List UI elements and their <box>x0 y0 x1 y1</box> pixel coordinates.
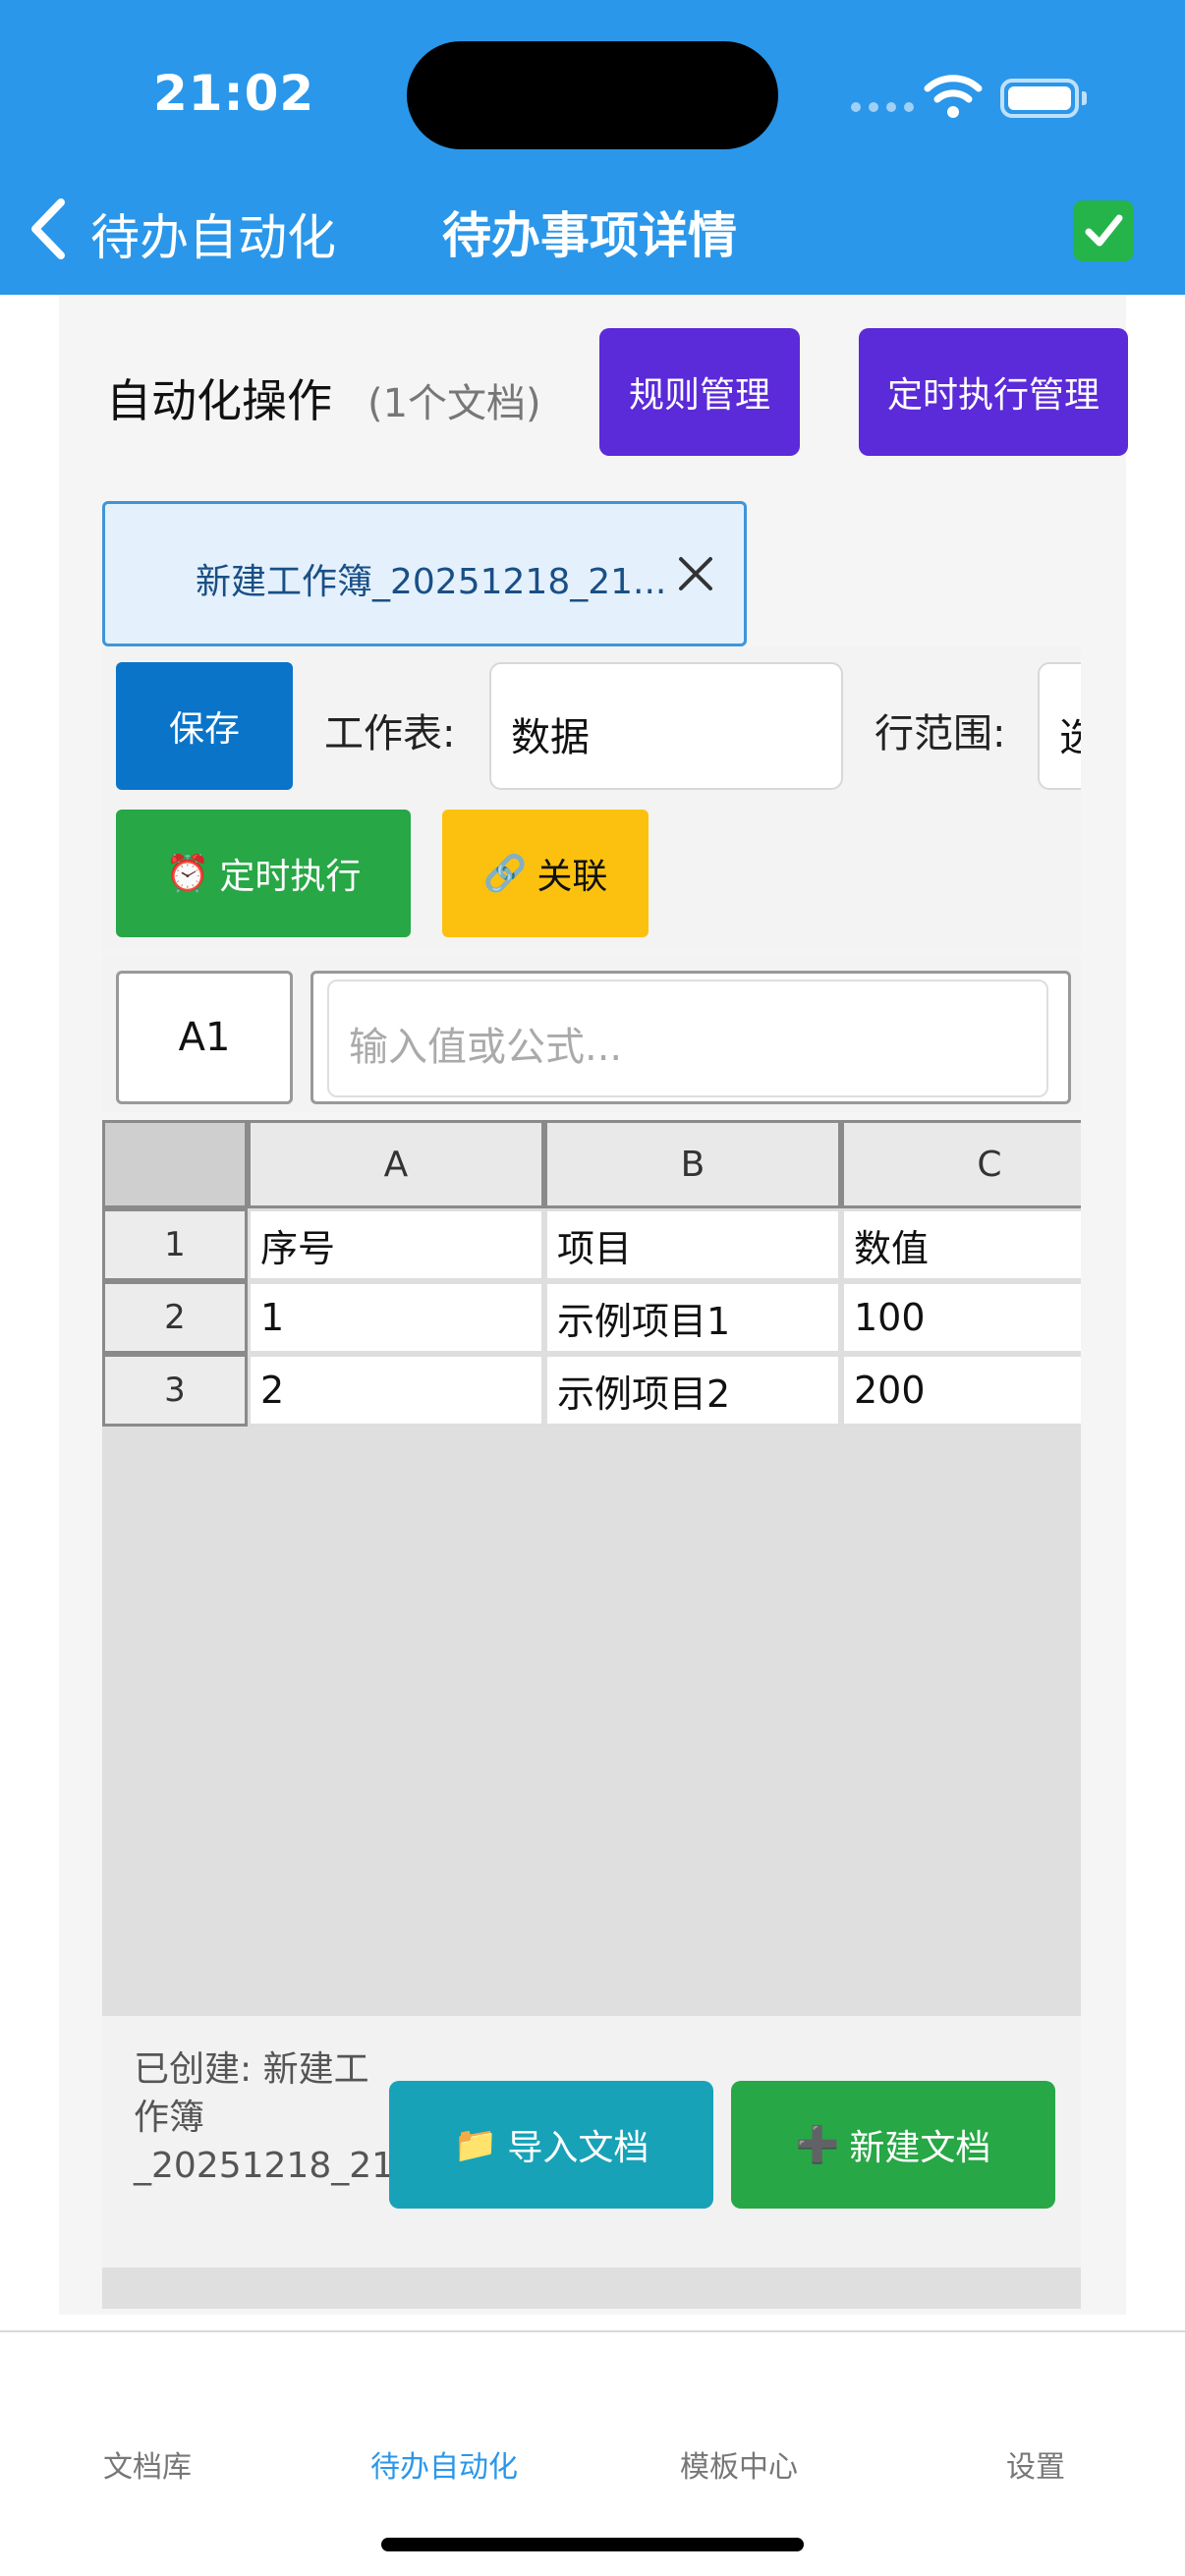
row-header-3[interactable]: 3 <box>102 1354 248 1427</box>
plus-icon: ➕ <box>795 2125 840 2165</box>
formula-input[interactable]: 输入值或公式... <box>327 980 1048 1097</box>
link-label: 关联 <box>536 857 608 897</box>
cell-reference[interactable]: A1 <box>116 971 293 1104</box>
table-cell[interactable]: 200 <box>841 1354 1081 1427</box>
wifi-icon <box>924 75 983 118</box>
battery-icon <box>1000 79 1087 118</box>
scheduled-run-button[interactable]: ⏰ 定时执行 <box>116 810 411 937</box>
formula-input-frame: 输入值或公式... <box>310 971 1071 1104</box>
table-cell[interactable]: 1 <box>248 1281 544 1354</box>
save-button[interactable]: 保存 <box>116 662 293 790</box>
folder-icon: 📁 <box>453 2125 498 2165</box>
table-cell[interactable]: 项目 <box>544 1208 841 1281</box>
home-indicator <box>381 2538 804 2551</box>
row-range-label: 行范围: <box>875 711 1006 756</box>
document-actions-bar: 已创建: 新建工作簿_20251218_210146.xlsx 📁 导入文档 ➕… <box>102 2016 1081 2268</box>
doc-count: (1个文档) <box>367 381 541 426</box>
cellular-signal-icon <box>851 102 914 112</box>
tab-todo-automation[interactable]: 待办自动化 <box>346 2442 542 2486</box>
new-document-label: 新建文档 <box>849 2128 991 2168</box>
panel-title: 自动化操作 <box>106 374 332 427</box>
back-button-label[interactable]: 待办自动化 <box>90 198 336 269</box>
status-time: 21:02 <box>153 65 315 122</box>
sheet-toolbar: 保存 工作表: 数据 行范围: 选 ⏰ 定时执行 🔗 关联 <box>102 646 1081 951</box>
row-range-select[interactable]: 选 <box>1038 662 1081 790</box>
tab-document-library[interactable]: 文档库 <box>49 2442 246 2486</box>
table-cell[interactable]: 示例项目1 <box>544 1281 841 1354</box>
import-document-label: 导入文档 <box>507 2128 649 2168</box>
header: 21:02 待办自动化 待办事项详情 <box>0 0 1185 295</box>
table-cell[interactable]: 2 <box>248 1354 544 1427</box>
close-icon[interactable] <box>671 549 720 598</box>
new-document-button[interactable]: ➕ 新建文档 <box>731 2081 1055 2209</box>
select-all-corner[interactable] <box>102 1120 248 1208</box>
back-chevron-icon[interactable] <box>22 195 81 263</box>
tab-settings[interactable]: 设置 <box>937 2442 1134 2486</box>
dynamic-island <box>407 41 778 149</box>
document-tab-name: 新建工作簿_20251218_21... <box>196 562 667 602</box>
sheet-select[interactable]: 数据 <box>489 662 843 790</box>
confirm-check-icon[interactable] <box>1073 200 1134 261</box>
table-cell[interactable]: 数值 <box>841 1208 1081 1281</box>
link-button[interactable]: 🔗 关联 <box>442 810 649 937</box>
table-cell[interactable]: 序号 <box>248 1208 544 1281</box>
alarm-clock-icon: ⏰ <box>165 854 210 894</box>
document-tab[interactable]: 新建工作簿_20251218_21... <box>102 501 747 646</box>
schedule-management-button[interactable]: 定时执行管理 <box>859 328 1128 456</box>
row-header-2[interactable]: 2 <box>102 1281 248 1354</box>
sheet-label: 工作表: <box>324 711 456 756</box>
table-cell[interactable]: 示例项目2 <box>544 1354 841 1427</box>
tab-template-center[interactable]: 模板中心 <box>641 2442 837 2486</box>
app-screen: 21:02 待办自动化 待办事项详情 自动化操作 (1个文档) 规则管理 定时执… <box>0 0 1185 2576</box>
column-header-a[interactable]: A <box>248 1120 544 1208</box>
rules-management-button[interactable]: 规则管理 <box>599 328 800 456</box>
scheduled-run-label: 定时执行 <box>219 857 362 897</box>
column-header-b[interactable]: B <box>544 1120 841 1208</box>
link-icon: 🔗 <box>482 854 528 894</box>
column-header-c[interactable]: C <box>841 1120 1081 1208</box>
import-document-button[interactable]: 📁 导入文档 <box>389 2081 713 2209</box>
automation-panel: 自动化操作 (1个文档) 规则管理 定时执行管理 新建工作簿_20251218_… <box>59 295 1128 2315</box>
table-cell[interactable]: 100 <box>841 1281 1081 1354</box>
created-status-text: 已创建: 新建工作簿_20251218_210146.xlsx <box>134 2049 566 2186</box>
row-header-1[interactable]: 1 <box>102 1208 248 1281</box>
page-title: 待办事项详情 <box>442 207 737 264</box>
formula-bar: A1 输入值或公式... <box>102 955 1081 1112</box>
